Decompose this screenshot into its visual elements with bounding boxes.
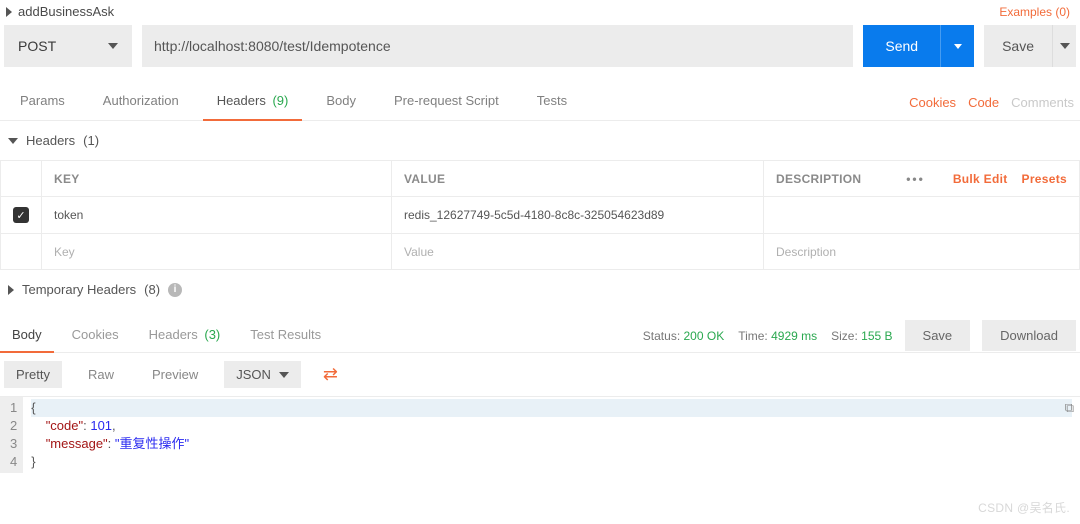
code-link[interactable]: Code bbox=[968, 95, 999, 110]
response-editor: 1 2 3 4 { "code": 101, "message": "重复性操作… bbox=[0, 397, 1080, 473]
headers-section-title: Headers bbox=[26, 133, 75, 148]
collapse-request-icon[interactable] bbox=[6, 7, 12, 17]
col-value: VALUE bbox=[392, 161, 764, 197]
send-dropdown[interactable] bbox=[940, 25, 974, 67]
cookies-link[interactable]: Cookies bbox=[909, 95, 956, 110]
chevron-down-icon bbox=[8, 138, 18, 144]
temp-headers-count: (8) bbox=[144, 282, 160, 297]
examples-link[interactable]: Examples (0) bbox=[999, 5, 1070, 19]
preview-button[interactable]: Preview bbox=[140, 361, 210, 388]
header-desc-input[interactable]: Description bbox=[764, 234, 1080, 270]
wrap-lines-icon[interactable]: ⇄ bbox=[315, 361, 346, 388]
chevron-down-icon bbox=[1060, 43, 1070, 49]
copy-icon[interactable]: ⧉ bbox=[1065, 400, 1074, 416]
request-name: addBusinessAsk bbox=[18, 4, 114, 19]
col-key: KEY bbox=[42, 161, 392, 197]
more-icon[interactable]: ••• bbox=[906, 172, 925, 186]
bulk-edit-link[interactable]: Bulk Edit bbox=[953, 172, 1008, 186]
time-meta: Time: 4929 ms bbox=[738, 329, 817, 343]
pretty-button[interactable]: Pretty bbox=[4, 361, 62, 388]
method-select[interactable]: POST bbox=[4, 25, 132, 67]
resp-tab-tests[interactable]: Test Results bbox=[238, 319, 333, 352]
resp-tab-body[interactable]: Body bbox=[0, 319, 54, 352]
tab-headers[interactable]: Headers (9) bbox=[203, 85, 303, 120]
info-icon[interactable]: i bbox=[168, 283, 182, 297]
json-code-value: 101 bbox=[90, 418, 112, 433]
line-number: 1 bbox=[10, 399, 17, 417]
url-input[interactable] bbox=[142, 25, 853, 67]
tab-tests[interactable]: Tests bbox=[523, 85, 581, 120]
line-number: 3 bbox=[10, 435, 17, 453]
chevron-down-icon bbox=[108, 43, 118, 49]
chevron-down-icon bbox=[279, 372, 289, 378]
line-number: 4 bbox=[10, 453, 17, 471]
tab-authorization[interactable]: Authorization bbox=[89, 85, 193, 120]
tab-headers-count: (9) bbox=[272, 93, 288, 108]
chevron-right-icon bbox=[8, 285, 14, 295]
tab-body[interactable]: Body bbox=[312, 85, 370, 120]
temp-headers-title: Temporary Headers bbox=[22, 282, 136, 297]
headers-table: KEY VALUE DESCRIPTION ••• Bulk Edit Pres… bbox=[0, 160, 1080, 270]
json-message-value: 重复性操作 bbox=[120, 436, 185, 451]
resp-tab-headers-label: Headers bbox=[149, 327, 198, 342]
temp-headers-toggle[interactable]: Temporary Headers (8) i bbox=[0, 270, 1080, 309]
header-value-input[interactable]: Value bbox=[392, 234, 764, 270]
response-download-button[interactable]: Download bbox=[982, 320, 1076, 351]
tab-headers-label: Headers bbox=[217, 93, 266, 108]
chevron-down-icon bbox=[954, 44, 962, 49]
resp-tab-cookies[interactable]: Cookies bbox=[60, 319, 131, 352]
table-row: Key Value Description bbox=[1, 234, 1080, 270]
row-checkbox[interactable]: ✓ bbox=[13, 207, 29, 223]
tab-prerequest[interactable]: Pre-request Script bbox=[380, 85, 513, 120]
tab-params[interactable]: Params bbox=[6, 85, 79, 120]
header-key-input[interactable]: token bbox=[42, 197, 392, 234]
headers-section-count: (1) bbox=[83, 133, 99, 148]
table-row: ✓ token redis_12627749-5c5d-4180-8c8c-32… bbox=[1, 197, 1080, 234]
header-value-input[interactable]: redis_12627749-5c5d-4180-8c8c-325054623d… bbox=[392, 197, 764, 234]
format-select[interactable]: JSON bbox=[224, 361, 301, 388]
header-key-input[interactable]: Key bbox=[42, 234, 392, 270]
watermark: CSDN @吴名氏. bbox=[978, 499, 1070, 516]
save-button[interactable]: Save bbox=[984, 25, 1052, 67]
format-select-label: JSON bbox=[236, 367, 271, 382]
headers-section-toggle[interactable]: Headers (1) bbox=[0, 121, 1080, 160]
raw-button[interactable]: Raw bbox=[76, 361, 126, 388]
line-number: 2 bbox=[10, 417, 17, 435]
resp-tab-headers[interactable]: Headers (3) bbox=[137, 319, 233, 352]
resp-tab-headers-count: (3) bbox=[204, 327, 220, 342]
method-label: POST bbox=[18, 38, 56, 54]
status-meta: Status: 200 OK bbox=[643, 329, 724, 343]
send-button[interactable]: Send bbox=[863, 25, 940, 67]
save-dropdown[interactable] bbox=[1052, 25, 1076, 67]
size-meta: Size: 155 B bbox=[831, 329, 892, 343]
col-description: DESCRIPTION bbox=[776, 172, 861, 186]
header-desc-input[interactable] bbox=[764, 197, 1080, 234]
presets-link[interactable]: Presets bbox=[1022, 172, 1067, 186]
response-save-button[interactable]: Save bbox=[905, 320, 971, 351]
comments-link[interactable]: Comments bbox=[1011, 95, 1074, 110]
